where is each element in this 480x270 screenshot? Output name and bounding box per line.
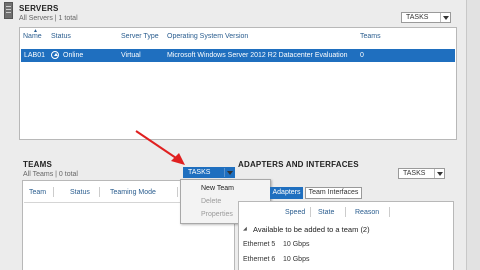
list-item[interactable]: Ethernet 5 — [243, 241, 275, 248]
online-status-icon — [51, 51, 59, 59]
chevron-down-icon — [434, 169, 444, 178]
col-divider — [177, 187, 178, 197]
edge-divider — [466, 0, 467, 270]
col-divider — [310, 207, 311, 217]
server-name: LAB01 — [24, 52, 46, 59]
teams-col-status[interactable]: Status — [70, 189, 90, 196]
chevron-down-icon — [440, 13, 450, 22]
servers-col-name[interactable]: Name — [23, 33, 42, 40]
server-teams: 0 — [360, 52, 364, 59]
adapters-col-state[interactable]: State — [318, 209, 334, 216]
menu-item-properties[interactable]: Properties — [201, 211, 233, 218]
adapters-tasks-label: TASKS — [403, 170, 426, 177]
servers-col-os[interactable]: Operating System Version — [167, 33, 248, 40]
window-edge — [466, 0, 480, 270]
table-row[interactable]: LAB01 Online Virtual Microsoft Windows S… — [21, 49, 455, 62]
collapse-triangle-icon[interactable]: ◢ — [243, 226, 247, 232]
servers-icon — [4, 2, 13, 19]
servers-col-server-type[interactable]: Server Type — [121, 33, 159, 40]
server-os: Microsoft Windows Server 2012 R2 Datacen… — [167, 52, 348, 59]
teams-tasks-label: TASKS — [188, 169, 211, 176]
adapters-col-speed[interactable]: Speed — [285, 209, 305, 216]
teams-subtitle: All Teams | 0 total — [23, 171, 78, 178]
col-divider — [345, 207, 346, 217]
adapter-name: Ethernet 6 — [243, 256, 276, 263]
servers-tasks-button[interactable]: TASKS — [401, 12, 451, 23]
adapters-tasks-button[interactable]: TASKS — [398, 168, 445, 179]
servers-subtitle: All Servers | 1 total — [19, 15, 78, 22]
servers-tasks-label: TASKS — [406, 14, 429, 21]
adapters-title: ADAPTERS AND INTERFACES — [238, 160, 359, 169]
servers-title: SERVERS — [19, 4, 59, 13]
servers-col-status[interactable]: Status — [51, 33, 71, 40]
adapter-group-label: Available to be added to a team (2) — [253, 225, 370, 234]
tab-team-interfaces[interactable]: Team Interfaces — [305, 187, 362, 199]
sort-up-icon: ▲ — [33, 28, 38, 34]
teams-col-teaming-mode[interactable]: Teaming Mode — [110, 189, 156, 196]
list-item[interactable]: Ethernet 6 — [243, 256, 275, 263]
chevron-down-icon — [224, 168, 234, 177]
adapters-table: Speed State Reason ◢ Available to be add… — [238, 201, 454, 270]
adapter-speed: 10 Gbps — [283, 256, 310, 263]
adapters-col-reason[interactable]: Reason — [355, 209, 379, 216]
teams-col-team[interactable]: Team — [29, 189, 46, 196]
col-divider — [53, 187, 54, 197]
menu-item-new-team[interactable]: New Team — [201, 185, 234, 192]
server-type: Virtual — [121, 52, 141, 59]
adapter-speed: 10 Gbps — [283, 241, 310, 248]
tab-adapters[interactable]: Adapters — [270, 187, 303, 199]
teams-title: TEAMS — [23, 160, 52, 169]
menu-item-delete[interactable]: Delete — [201, 198, 221, 205]
server-status: Online — [63, 52, 84, 59]
col-divider — [99, 187, 100, 197]
adapter-name: Ethernet 5 — [243, 241, 276, 248]
servers-col-teams[interactable]: Teams — [360, 33, 381, 40]
col-divider — [389, 207, 390, 217]
red-arrow-annotation — [135, 130, 185, 165]
servers-table: Name ▲ Status Server Type Operating Syst… — [19, 27, 457, 140]
